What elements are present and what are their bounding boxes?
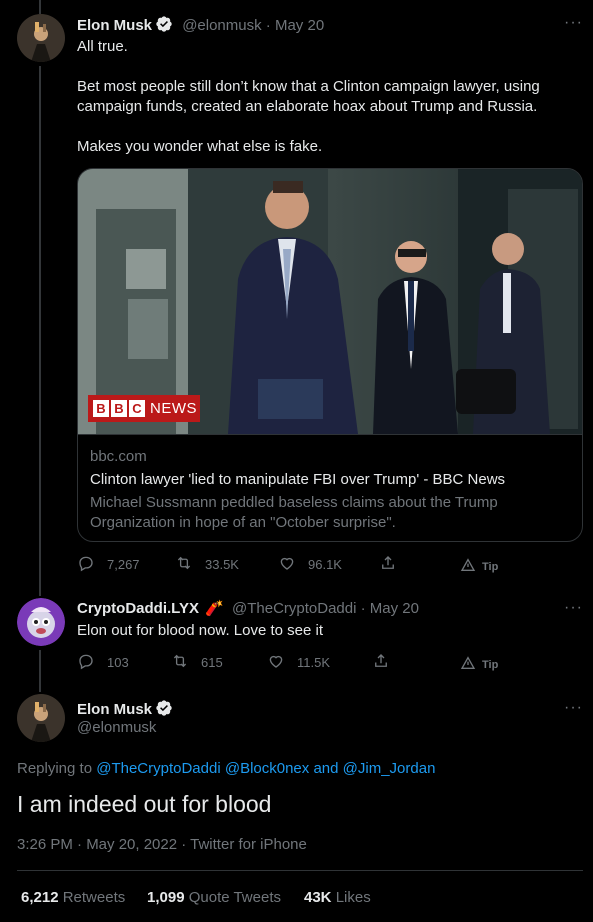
main-tweet-text: I am indeed out for blood — [17, 791, 272, 817]
tip-button[interactable]: Tip — [460, 557, 498, 576]
quote-tweets-count: 1,099 — [147, 889, 185, 906]
like-count: 11.5K — [297, 655, 331, 670]
share-icon — [379, 554, 409, 575]
verified-badge-icon — [155, 15, 173, 33]
tweet-timestamp[interactable]: 3:26 PM · May 20, 2022 · Twitter for iPh… — [17, 836, 307, 853]
retweet-count: 615 — [201, 655, 223, 670]
author-name[interactable]: CryptoDaddi.LYX — [77, 600, 199, 617]
card-description: Michael Sussmann peddled baseless claims… — [90, 494, 498, 531]
bbc-logo: B B C — [93, 400, 145, 417]
reply-count: 103 — [107, 655, 129, 670]
tweet-text: Elon out for blood now. Love to see it — [77, 622, 323, 639]
firecracker-emoji: 🧨 — [205, 600, 224, 617]
reply-button[interactable]: 103 — [77, 652, 129, 673]
retweets-stat[interactable]: 6,212 Retweets — [21, 889, 125, 906]
tweet-text-line-1: All true. — [77, 38, 128, 55]
reply-count: 7,267 — [107, 557, 140, 572]
reply-button[interactable]: 7,267 — [77, 554, 140, 575]
author-name[interactable]: Elon Musk — [77, 701, 152, 718]
tweet-actions-bar: 7,267 33.5K 96.1K Tip — [77, 554, 529, 578]
thread-line-1 — [39, 66, 41, 596]
verified-badge-icon — [155, 699, 173, 717]
tweet-actions-bar: 103 615 11.5K Tip — [77, 652, 529, 676]
thread-line-top — [39, 0, 41, 14]
link-preview-card[interactable]: B B C NEWS bbc.com Clinton lawyer 'lied … — [77, 168, 583, 542]
bbc-news-badge: B B C NEWS — [88, 395, 200, 422]
heart-icon — [278, 554, 308, 575]
avatar-cryptodaddi[interactable] — [17, 598, 65, 646]
separator-dot: · — [265, 17, 275, 34]
more-options-icon[interactable]: ··· — [564, 599, 583, 617]
tweet-date[interactable]: May 20 — [275, 17, 324, 34]
tip-icon — [460, 655, 482, 674]
likes-count: 43K — [304, 889, 332, 906]
heart-icon — [267, 652, 297, 673]
tweet-date[interactable]: May 20 — [370, 600, 419, 617]
tip-label: Tip — [482, 560, 499, 573]
retweets-label: Retweets — [62, 889, 126, 906]
share-icon — [372, 652, 402, 673]
quote-tweets-stat[interactable]: 1,099 Quote Tweets — [147, 889, 281, 906]
tweet-text-line-3: campaign funds, created an elaborate hoa… — [77, 98, 538, 115]
author-handle[interactable]: @elonmusk — [182, 17, 261, 34]
like-count: 96.1K — [308, 557, 342, 572]
quote-tweets-label: Quote Tweets — [188, 889, 281, 906]
avatar-elonmusk[interactable] — [17, 14, 65, 62]
card-divider — [78, 434, 582, 435]
retweet-button[interactable]: 33.5K — [175, 554, 239, 575]
likes-stat[interactable]: 43K Likes — [304, 889, 371, 906]
tip-label: Tip — [482, 658, 499, 671]
retweet-button[interactable]: 615 — [171, 652, 223, 673]
author-handle[interactable]: @elonmusk — [77, 719, 156, 736]
tweet-text-line-2: Bet most people still don’t know that a … — [77, 78, 540, 95]
avatar-elonmusk-main[interactable] — [17, 694, 65, 742]
tip-icon — [460, 557, 482, 576]
like-button[interactable]: 11.5K — [267, 652, 330, 673]
like-button[interactable]: 96.1K — [278, 554, 342, 575]
link-preview-text[interactable]: bbc.com Clinton lawyer 'lied to manipula… — [90, 447, 570, 533]
replying-to-line: Replying to @TheCryptoDaddi @Block0nex a… — [17, 760, 435, 777]
card-title: Clinton lawyer 'lied to manipulate FBI o… — [90, 471, 506, 488]
author-name[interactable]: Elon Musk — [77, 17, 152, 34]
reply-and: and — [313, 760, 339, 777]
reply-icon — [77, 554, 107, 575]
separator-dot: · — [360, 600, 370, 617]
share-button[interactable] — [372, 652, 402, 673]
more-options-icon[interactable]: ··· — [564, 699, 583, 717]
card-domain: bbc.com — [90, 448, 147, 465]
author-handle[interactable]: @TheCryptoDaddi — [232, 600, 356, 617]
retweet-icon — [171, 652, 201, 673]
link-preview-image[interactable]: B B C NEWS — [78, 169, 582, 434]
thread-line-2 — [39, 650, 41, 692]
retweet-icon — [175, 554, 205, 575]
share-button[interactable] — [379, 554, 409, 575]
tweet-text-line-4: Makes you wonder what else is fake. — [77, 138, 323, 155]
reply-mention-3[interactable]: @Jim_Jordan — [343, 760, 436, 777]
retweets-count: 6,212 — [21, 889, 59, 906]
replying-to-label: Replying to — [17, 760, 93, 777]
more-options-icon[interactable]: ··· — [564, 14, 583, 32]
reply-icon — [77, 652, 107, 673]
reply-mention-2[interactable]: @Block0nex — [225, 760, 309, 777]
retweet-count: 33.5K — [205, 557, 239, 572]
bbc-news-label: NEWS — [150, 400, 197, 417]
tip-button[interactable]: Tip — [460, 655, 498, 674]
reply-mention-1[interactable]: @TheCryptoDaddi — [96, 760, 220, 777]
likes-label: Likes — [335, 889, 371, 906]
stats-divider — [17, 870, 583, 871]
